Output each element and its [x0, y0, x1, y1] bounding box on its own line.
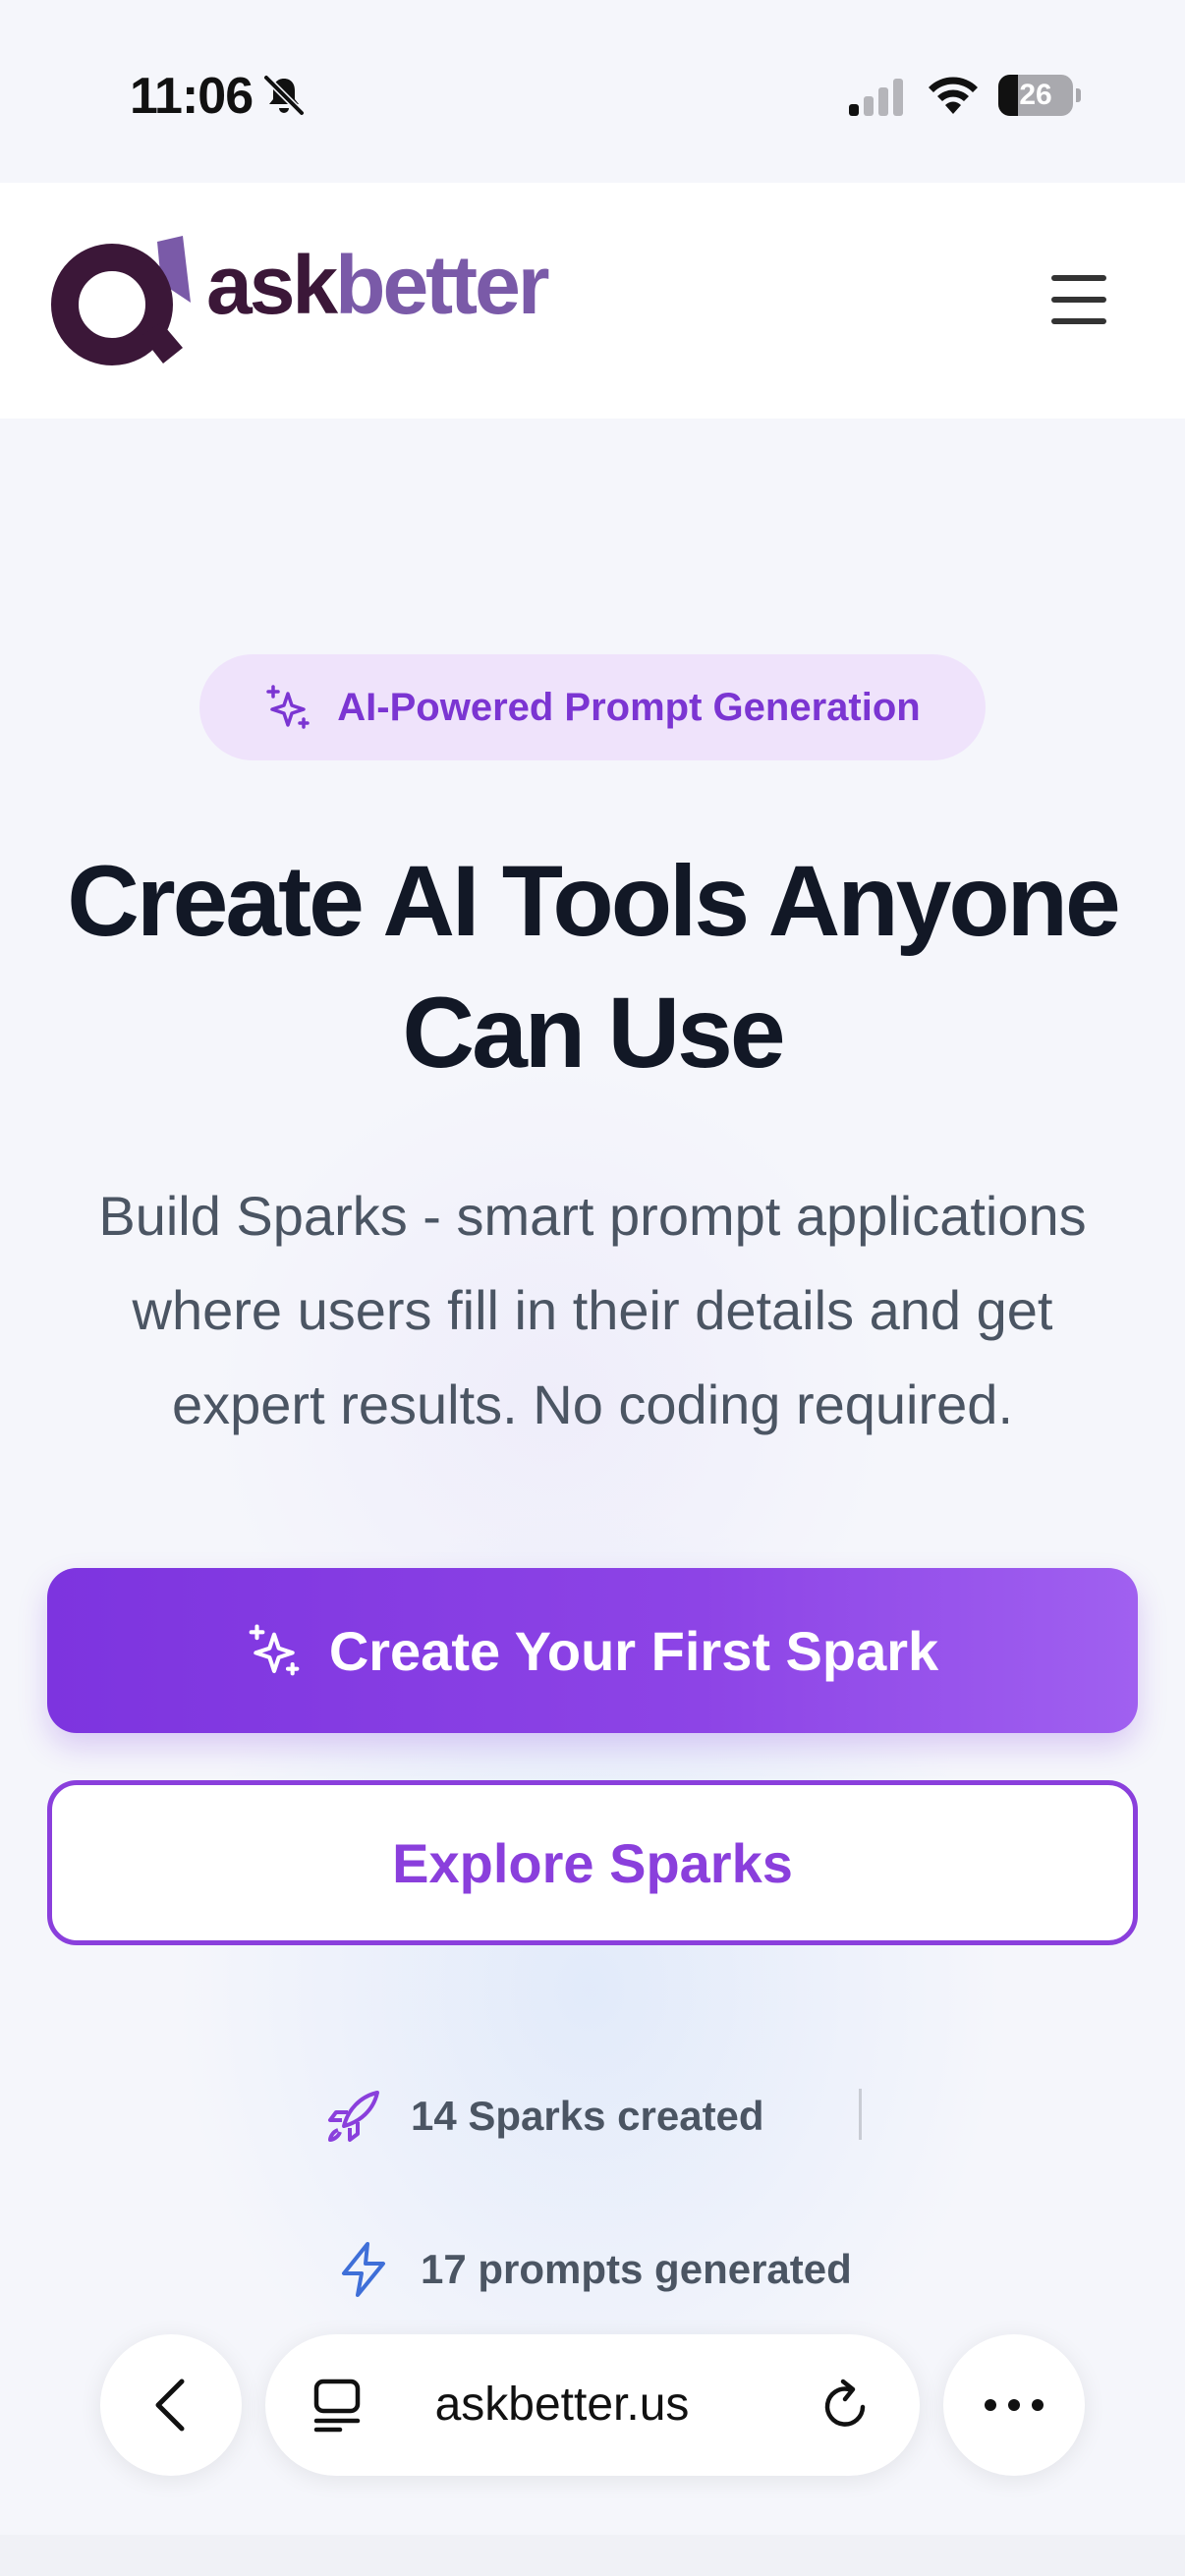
home-indicator-area	[0, 2535, 1185, 2576]
hamburger-menu-button[interactable]	[1047, 275, 1110, 330]
explore-sparks-label: Explore Sparks	[392, 1831, 793, 1894]
feature-badge: AI-Powered Prompt Generation	[199, 654, 986, 760]
hero-subtitle: Build Sparks - smart prompt applications…	[98, 1185, 1087, 1435]
more-options-button[interactable]	[943, 2334, 1085, 2476]
hero-title-line-2: Can Use	[402, 977, 785, 1089]
browser-back-button[interactable]	[100, 2334, 242, 2476]
menu-line	[1051, 275, 1106, 281]
wifi-icon	[929, 77, 978, 114]
reload-icon[interactable]	[819, 2378, 875, 2433]
explore-sparks-button[interactable]: Explore Sparks	[47, 1780, 1138, 1945]
logo-ask: ask	[206, 239, 338, 331]
stat-sparks-created: 14 Sparks created	[324, 2087, 764, 2146]
browser-toolbar: askbetter.us	[0, 2299, 1185, 2576]
sparkles-icon	[249, 1624, 300, 1676]
logo-magnifier-icon[interactable]	[47, 234, 224, 371]
stat-sparks-text: 14 Sparks created	[411, 2093, 764, 2139]
menu-line	[1051, 318, 1106, 324]
url-text[interactable]: askbetter.us	[364, 2334, 761, 2476]
status-time: 11:06	[130, 68, 254, 125]
hero-title-line-1: Create AI Tools Anyone	[67, 845, 1120, 957]
battery-percent: 26	[1019, 79, 1052, 111]
silent-bell-icon	[263, 75, 305, 116]
rocket-icon	[328, 2091, 379, 2142]
badge-label: AI-Powered Prompt Generation	[337, 685, 921, 729]
logo-wordmark[interactable]: askbetter	[206, 236, 550, 334]
tab-overview-icon[interactable]	[310, 2378, 364, 2433]
ellipsis-icon	[985, 2399, 1044, 2411]
lightning-bolt-icon	[342, 2242, 385, 2297]
menu-line	[1051, 297, 1106, 303]
stat-divider	[859, 2089, 862, 2140]
chevron-left-icon	[155, 2379, 185, 2432]
battery-indicator: 26	[998, 75, 1081, 116]
stat-prompts-generated: 17 prompts generated	[334, 2240, 852, 2299]
create-first-spark-button[interactable]: Create Your First Spark	[47, 1568, 1138, 1733]
sparkles-icon	[266, 685, 310, 729]
site-header: askbetter	[0, 183, 1185, 419]
address-bar[interactable]: askbetter.us	[265, 2334, 920, 2476]
stat-prompts-text: 17 prompts generated	[421, 2246, 852, 2292]
status-bar: 11:06 26	[0, 0, 1185, 183]
logo-better: better	[335, 239, 549, 331]
create-first-spark-label: Create Your First Spark	[328, 1619, 939, 1682]
hero-title: Create AI Tools Anyone Can Use	[0, 835, 1185, 1098]
cellular-signal-icon	[849, 79, 903, 116]
